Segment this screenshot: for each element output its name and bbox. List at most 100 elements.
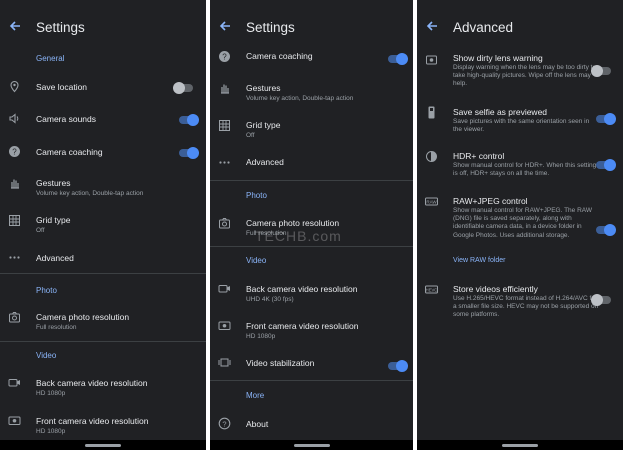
section-header-video: Video [36,351,57,360]
setting-grid-type[interactable]: Grid type Off [0,210,206,240]
setting-description: Show manual control for RAW+JPEG. The RA… [453,207,593,239]
setting-hdr-control[interactable]: HDR+ control Show manual control for HDR… [417,147,623,183]
hand-gesture-icon [221,84,229,94]
setting-advanced[interactable]: Advanced [0,247,206,269]
setting-front-video-resolution[interactable]: Front camera video resolution HD 1080p [210,315,413,345]
front-camera-icon [8,416,21,425]
section-header-photo: Photo [246,191,267,200]
setting-summary: Full resolution [36,324,77,331]
setting-label: HDR+ control [453,151,505,161]
setting-label: About [246,419,269,429]
selfie-phone-icon [428,106,435,119]
speaker-icon [9,113,19,124]
section-header-general: General [36,54,65,63]
setting-raw-jpeg-control[interactable]: RAW RAW+JPEG control Show manual control… [417,192,623,272]
setting-label: Advanced [36,253,74,263]
setting-summary: HD 1080p [36,390,66,397]
stabilization-icon [218,358,231,367]
save-selfie-toggle[interactable] [596,113,616,125]
hand-gesture-icon [11,179,19,189]
raw-jpeg-toggle[interactable] [596,224,616,236]
setting-label: Back camera video resolution [246,284,358,294]
setting-back-video-resolution[interactable]: Back camera video resolution HD 1080p [0,372,206,402]
watermark: TECHB.com [255,228,342,244]
camera-icon [219,218,230,229]
settings-panel-main: Settings General Save location Camera so… [0,0,206,450]
setting-label: Camera photo resolution [36,312,130,322]
hdr-control-toggle[interactable] [596,159,616,171]
section-divider [210,380,413,381]
setting-label: Gestures [36,178,71,188]
back-arrow-icon[interactable] [218,19,232,33]
setting-label: Front camera video resolution [246,321,359,331]
setting-summary: Off [246,132,255,139]
page-title: Advanced [453,20,514,35]
setting-label: Store videos efficiently [453,284,538,294]
camera-coaching-toggle[interactable] [388,53,408,65]
raw-file-icon: RAW [425,197,438,206]
grid-icon [219,120,230,131]
setting-label: RAW+JPEG control [453,196,528,206]
setting-front-video-resolution[interactable]: Front camera video resolution HD 1080p [0,410,206,440]
setting-save-selfie[interactable]: Save selfie as previewed Save pictures w… [417,103,623,137]
advanced-panel: Advanced Show dirty lens warning Display… [417,0,623,450]
setting-camera-coaching[interactable]: ? Camera coaching [0,141,206,163]
front-camera-icon [218,321,231,330]
system-nav-bar [417,440,623,450]
setting-store-videos-efficiently[interactable]: HEVC Store videos efficiently Use H.265/… [417,280,623,324]
setting-camera-sounds[interactable]: Camera sounds [0,108,206,130]
setting-gestures[interactable]: Gestures Volume key action, Double-tap a… [210,78,413,108]
camera-sounds-toggle[interactable] [179,114,199,126]
store-videos-toggle[interactable] [591,294,611,306]
setting-about[interactable]: ? About [210,413,413,435]
setting-label: Advanced [246,157,284,167]
section-divider [210,180,413,181]
section-header-more: More [246,391,265,400]
setting-label: Grid type [36,215,71,225]
hevc-icon: HEVC [425,285,438,294]
section-divider [0,341,206,342]
setting-description: Display warning when the lens may be too… [453,64,597,88]
camera-icon [9,312,20,323]
setting-label: Save selfie as previewed [453,107,548,117]
more-horizontal-icon [219,161,230,164]
setting-back-video-resolution[interactable]: Back camera video resolution UHD 4K (30 … [210,278,413,308]
video-camera-icon [8,379,20,387]
setting-summary: Volume key action, Double-tap action [246,95,354,102]
setting-dirty-lens-warning[interactable]: Show dirty lens warning Display warning … [417,50,623,96]
settings-panel-scrolled: Settings ? Camera coaching Gestures Volu… [210,0,413,450]
video-stabilization-toggle[interactable] [388,360,408,372]
setting-save-location[interactable]: Save location [0,76,206,98]
home-gesture-pill[interactable] [85,444,121,447]
setting-label: Front camera video resolution [36,416,149,426]
setting-summary: Off [36,227,45,234]
setting-description: Save pictures with the same orientation … [453,118,590,134]
setting-camera-photo-resolution[interactable]: Camera photo resolution Full resolution [0,307,206,337]
view-raw-folder-link[interactable]: View RAW folder [453,257,506,264]
camera-coaching-toggle[interactable] [179,147,199,159]
app-bar: Settings [0,0,206,48]
setting-camera-coaching[interactable]: ? Camera coaching [210,46,413,68]
section-header-video: Video [246,256,267,265]
help-circle-icon: ? [219,51,230,62]
dirty-lens-toggle[interactable] [591,65,611,77]
home-gesture-pill[interactable] [293,444,330,447]
setting-label: Camera coaching [246,51,313,61]
setting-gestures[interactable]: Gestures Volume key action, Double-tap a… [0,173,206,203]
setting-summary: HD 1080p [36,428,66,435]
svg-text:?: ? [12,148,17,157]
setting-video-stabilization[interactable]: Video stabilization [210,352,413,374]
home-gesture-pill[interactable] [502,444,538,447]
setting-summary: Volume key action, Double-tap action [36,190,144,197]
save-location-toggle[interactable] [173,82,193,94]
back-arrow-icon[interactable] [8,19,22,33]
page-title: Settings [246,20,295,35]
back-arrow-icon[interactable] [425,19,439,33]
setting-label: Save location [36,82,88,92]
svg-text:?: ? [222,419,226,428]
setting-label: Camera photo resolution [246,218,340,228]
location-pin-icon [10,80,19,93]
setting-advanced[interactable]: Advanced [210,152,413,174]
setting-grid-type[interactable]: Grid type Off [210,115,413,145]
section-divider [0,273,206,274]
